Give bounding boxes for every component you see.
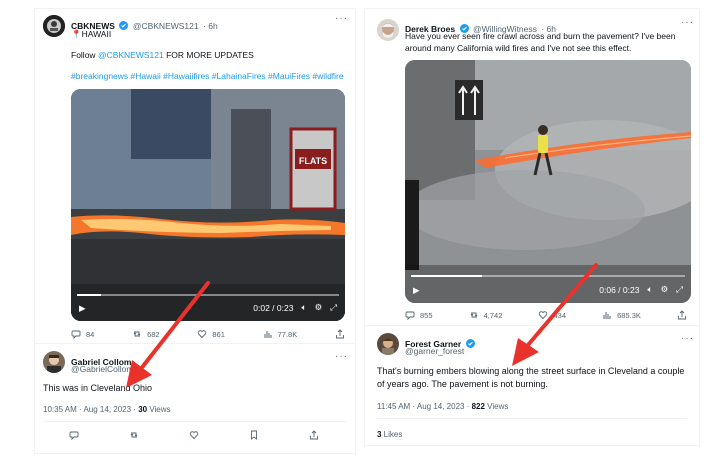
tweet-time[interactable]: · 6h: [203, 21, 218, 31]
video-progress-fill: [77, 294, 101, 296]
author-handle[interactable]: @CBKNEWS121: [133, 21, 199, 31]
tweet-actions-bar: 855 4,742 434 685.3K: [405, 310, 687, 320]
mention-link[interactable]: @CBKNEWS121: [98, 50, 164, 60]
like-button[interactable]: 434: [538, 310, 566, 320]
repost-button[interactable]: 682: [132, 329, 160, 339]
like-count: 861: [212, 329, 225, 339]
heart-icon: [539, 311, 548, 320]
reply-likes[interactable]: 3 Likes: [377, 430, 402, 439]
share-icon: [336, 329, 344, 339]
hashtags-link[interactable]: #breakingnews #Hawaii #Hawaiifires #Laha…: [71, 70, 344, 82]
reply-icon: [69, 431, 79, 440]
forest-avatar[interactable]: [377, 333, 399, 355]
share-button[interactable]: [335, 329, 345, 339]
gabriel-avatar[interactable]: [43, 351, 65, 373]
reply-button[interactable]: [69, 430, 79, 440]
play-icon[interactable]: ▶: [413, 285, 420, 296]
verified-badge-icon: [465, 339, 475, 348]
fullscreen-icon[interactable]: ⤢: [676, 284, 683, 295]
verified-badge-icon: [119, 21, 129, 30]
share-icon: [310, 430, 318, 440]
share-button[interactable]: [677, 310, 687, 320]
heart-icon: [198, 330, 207, 339]
repost-icon: [470, 312, 477, 318]
video-progress-bar[interactable]: [411, 275, 685, 277]
views-count: 685.3K: [617, 310, 641, 320]
cbknews-avatar[interactable]: [43, 15, 65, 37]
video-frame-street-scene: [405, 60, 691, 303]
right-screenshot-panel: Derek Broes @WillingWitness · 6h ··· Hav…: [364, 8, 700, 446]
reply-timestamp[interactable]: 10:35 AM · Aug 14, 2023 · 30 Views: [43, 405, 171, 414]
pin-icon: 📍: [71, 29, 82, 39]
settings-gear-icon[interactable]: ⚙: [315, 302, 323, 313]
views-chart-icon: [603, 312, 611, 319]
video-sign-text: FLATS: [299, 156, 327, 166]
reply-author-handle[interactable]: @garner_forest: [405, 346, 464, 356]
tweet-line-hawaii: 📍HAWAII: [71, 29, 112, 39]
video-controls-left: ▶: [413, 285, 420, 296]
more-options-icon[interactable]: ···: [681, 333, 694, 344]
views-count: 77.8K: [277, 329, 298, 339]
video-controls-right: 0:06 / 0:23 🔈︎ ⚙ ⤢: [599, 284, 683, 295]
more-options-icon[interactable]: ···: [681, 17, 694, 28]
reply-icon: [71, 330, 81, 339]
video-controls-left: ▶: [79, 303, 86, 314]
settings-gear-icon[interactable]: ⚙: [661, 284, 669, 295]
like-button[interactable]: [189, 430, 199, 440]
reply-button[interactable]: 855: [405, 310, 433, 320]
reply-icon: [405, 311, 415, 320]
share-button[interactable]: [309, 430, 319, 440]
views-chart-icon: [264, 331, 272, 338]
share-icon: [678, 310, 686, 320]
reply-author-handle[interactable]: @GabrielCollom: [71, 364, 133, 374]
play-icon[interactable]: ▶: [79, 303, 86, 314]
reply-text: That's burning embers blowing along the …: [377, 366, 685, 389]
fullscreen-icon[interactable]: ⤢: [330, 302, 337, 313]
tweet-follow-line: Follow @CBKNEWS121 FOR MORE UPDATES: [71, 50, 254, 60]
video-progress-bar[interactable]: [77, 294, 339, 296]
views-button[interactable]: 77.8K: [263, 329, 298, 339]
bookmark-button[interactable]: [249, 430, 259, 440]
volume-icon[interactable]: 🔈︎: [647, 284, 652, 295]
tweet-actions-bar: 84 682 861 77.8K: [71, 329, 345, 339]
video-time: 0:02 / 0:23: [253, 302, 294, 313]
repost-icon: [130, 432, 138, 438]
more-options-icon[interactable]: ···: [335, 13, 348, 24]
repost-count: 4,742: [483, 310, 503, 320]
video-progress-fill: [411, 275, 483, 277]
repost-button[interactable]: 4,742: [469, 310, 503, 320]
video-time: 0:06 / 0:23: [599, 284, 640, 295]
bookmark-icon: [251, 430, 257, 440]
derek-avatar[interactable]: [377, 19, 399, 41]
volume-icon[interactable]: 🔈︎: [301, 302, 306, 313]
reply-timestamp[interactable]: 11:45 AM · Aug 14, 2023 · 822 Views: [377, 402, 508, 411]
like-button[interactable]: 861: [197, 329, 225, 339]
tweet-video-player[interactable]: FLATS ▶ 0:02 / 0:23 🔈︎ ⚙ ⤢: [71, 89, 345, 321]
divider: [377, 418, 687, 419]
divider: [43, 421, 347, 422]
divider: [365, 325, 699, 326]
reply-button[interactable]: 84: [71, 329, 94, 339]
more-options-icon[interactable]: ···: [335, 351, 348, 362]
tweet-video-player[interactable]: ▶ 0:06 / 0:23 🔈︎ ⚙ ⤢: [405, 60, 691, 303]
reply-text: This was in Cleveland Ohio: [43, 383, 153, 393]
reply-count: 855: [420, 310, 433, 320]
repost-icon: [133, 331, 141, 337]
video-controls-right: 0:02 / 0:23 🔈︎ ⚙ ⤢: [253, 302, 337, 313]
heart-icon: [189, 431, 199, 440]
repost-button[interactable]: [129, 430, 139, 440]
views-button[interactable]: 685.3K: [602, 310, 641, 320]
video-frame-fire-scene: FLATS: [71, 89, 345, 321]
reply-actions-bar: [69, 430, 319, 440]
left-screenshot-panel: CBKNEWS @CBKNEWS121 · 6h ··· 📍HAWAII Fol…: [34, 8, 356, 454]
reply-count: 84: [86, 329, 95, 339]
tweet-text: Have you ever seen fire crawl across and…: [405, 31, 676, 53]
divider: [35, 343, 355, 344]
repost-count: 682: [147, 329, 160, 339]
like-count: 434: [553, 310, 566, 320]
